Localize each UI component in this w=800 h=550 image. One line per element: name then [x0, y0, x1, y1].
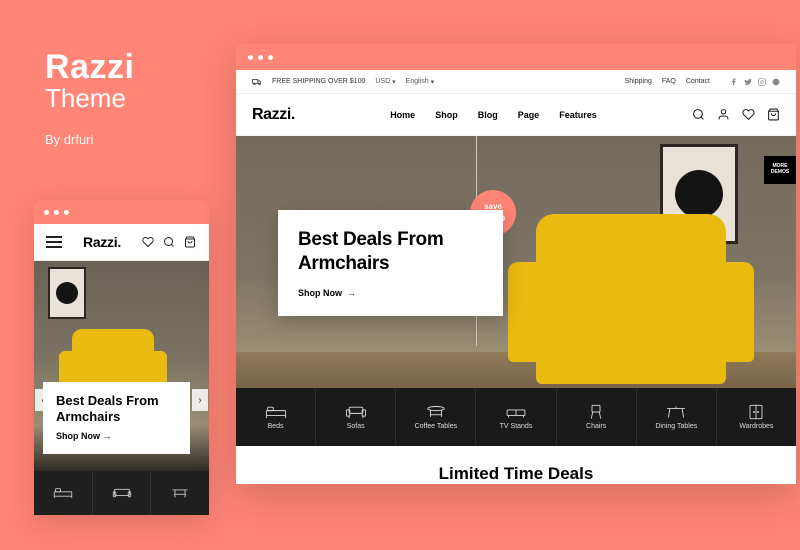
cat-label: Chairs: [586, 423, 606, 430]
mobile-category-bar: [34, 471, 209, 515]
instagram-icon[interactable]: [758, 78, 766, 86]
cat-beds[interactable]: Beds: [236, 388, 316, 446]
hamburger-menu-icon[interactable]: [46, 236, 62, 248]
cat-chairs[interactable]: Chairs: [557, 388, 637, 446]
window-dot-icon: [64, 210, 69, 215]
cat-wardrobes[interactable]: Wardrobes: [717, 388, 796, 446]
cat-label: TV Stands: [500, 423, 533, 430]
category-bar: Beds Sofas Coffee Tables TV Stands Chair…: [236, 388, 796, 446]
bag-icon[interactable]: [767, 108, 780, 121]
more-demos-tab[interactable]: MORE DEMOS: [764, 156, 796, 184]
arrow-right-icon: →: [347, 288, 356, 298]
menu-home[interactable]: Home: [390, 110, 415, 120]
cat-coffee-tables[interactable]: Coffee Tables: [396, 388, 476, 446]
window-dot-icon: [44, 210, 49, 215]
wishlist-icon[interactable]: [142, 236, 155, 249]
mobile-hero: ‹ › Best Deals From Armchairs Shop Now →: [34, 261, 209, 471]
wishlist-icon[interactable]: [742, 108, 755, 121]
promo-author: By drfuri: [45, 132, 134, 147]
logo[interactable]: Razzi.: [252, 106, 295, 124]
window-dot-icon: [268, 55, 273, 60]
section-title-limited-deals: Limited Time Deals: [236, 446, 796, 484]
main-navigation-bar: Razzi. Home Shop Blog Page Features: [236, 94, 796, 136]
chevron-down-icon: ▾: [392, 78, 396, 86]
next-slide-button[interactable]: ›: [192, 389, 208, 411]
mobile-header-icons: [142, 236, 197, 249]
mobile-hero-headline: Best Deals From Armchairs: [56, 393, 177, 426]
twitter-icon[interactable]: [744, 78, 752, 86]
cat-label: Coffee Tables: [415, 423, 458, 430]
promo-theme-word: Theme: [45, 83, 134, 114]
hero-headline: Best Deals From Armchairs: [298, 228, 483, 276]
shop-now-link[interactable]: Shop Now →: [298, 288, 483, 298]
topbar-link-faq[interactable]: FAQ: [662, 78, 676, 85]
desktop-window-chrome: [236, 44, 796, 70]
facebook-icon[interactable]: [730, 78, 738, 86]
menu-shop[interactable]: Shop: [435, 110, 458, 120]
mobile-preview-frame: Razzi. ‹ › Best Deals From Armchairs Sho…: [34, 200, 209, 515]
cat-label: Dining Tables: [655, 423, 697, 430]
language-selector[interactable]: English ▾: [406, 78, 434, 86]
desktop-preview-frame: FREE SHIPPING OVER $100 USD ▾ English ▾ …: [236, 44, 796, 484]
armchair-illustration: [536, 214, 726, 384]
mobile-window-chrome: [34, 200, 209, 224]
truck-icon: [252, 78, 262, 86]
cat-label: Sofas: [347, 423, 365, 430]
chevron-down-icon: ▾: [431, 78, 435, 86]
mobile-cat-beds[interactable]: [34, 471, 93, 515]
hero-promo-card: Best Deals From Armchairs Shop Now →: [278, 210, 503, 316]
mobile-logo[interactable]: Razzi.: [83, 234, 121, 250]
mobile-hero-card: Best Deals From Armchairs Shop Now →: [44, 383, 189, 454]
window-dot-icon: [248, 55, 253, 60]
mobile-cat-sofas[interactable]: [93, 471, 152, 515]
main-menu: Home Shop Blog Page Features: [390, 110, 597, 120]
top-utility-bar: FREE SHIPPING OVER $100 USD ▾ English ▾ …: [236, 70, 796, 94]
cat-label: Beds: [268, 423, 284, 430]
search-icon[interactable]: [692, 108, 705, 121]
cat-tv-stands[interactable]: TV Stands: [476, 388, 556, 446]
topbar-link-shipping[interactable]: Shipping: [625, 78, 652, 85]
cat-sofas[interactable]: Sofas: [316, 388, 396, 446]
currency-selector[interactable]: USD ▾: [375, 78, 395, 86]
free-shipping-label: FREE SHIPPING OVER $100: [272, 78, 365, 85]
window-dot-icon: [54, 210, 59, 215]
menu-page[interactable]: Page: [518, 110, 540, 120]
header-action-icons: [692, 108, 780, 121]
account-icon[interactable]: [717, 108, 730, 121]
window-dot-icon: [258, 55, 263, 60]
hero-section: save 50% Best Deals From Armchairs Shop …: [236, 136, 796, 446]
pinterest-icon[interactable]: [772, 78, 780, 86]
mobile-cat-coffee-tables[interactable]: [151, 471, 209, 515]
cat-dining-tables[interactable]: Dining Tables: [637, 388, 717, 446]
mobile-header: Razzi.: [34, 224, 209, 261]
search-icon[interactable]: [163, 236, 176, 249]
menu-blog[interactable]: Blog: [478, 110, 498, 120]
topbar-link-contact[interactable]: Contact: [686, 78, 710, 85]
mobile-shop-now-link[interactable]: Shop Now →: [56, 431, 177, 441]
wall-art-icon: [48, 267, 86, 319]
menu-features[interactable]: Features: [559, 110, 597, 120]
bag-icon[interactable]: [184, 236, 197, 249]
cat-label: Wardrobes: [739, 423, 773, 430]
promo-theme-name: Razzi: [45, 48, 134, 87]
promo-title-panel: Razzi Theme By drfuri: [45, 48, 134, 147]
